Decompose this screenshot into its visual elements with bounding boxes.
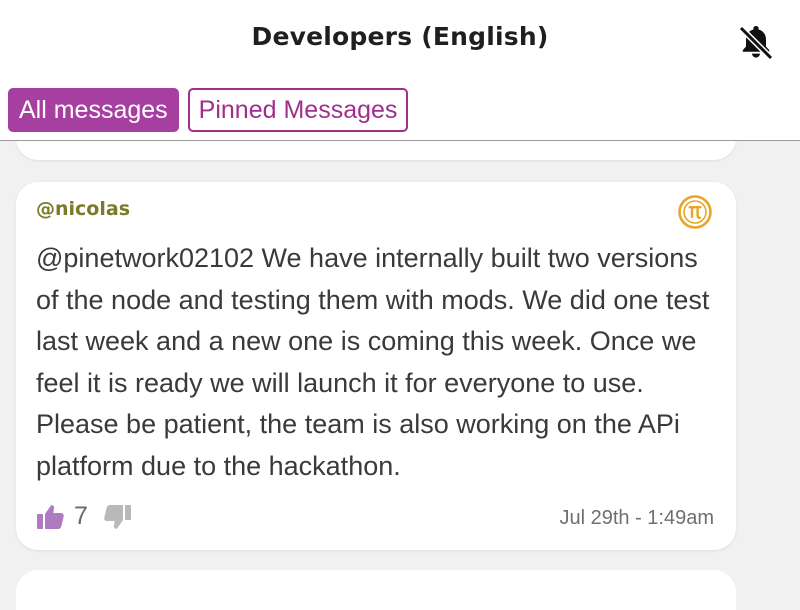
next-message-card	[16, 570, 736, 610]
page-title: Developers (English)	[251, 22, 549, 51]
message-reactions: 7	[36, 502, 132, 531]
pi-coin-icon	[678, 195, 712, 229]
message-author[interactable]: @nicolas	[36, 198, 130, 220]
like-count: 7	[74, 502, 88, 530]
thumbs-up-icon[interactable]	[36, 503, 66, 531]
tab-pinned-messages[interactable]: Pinned Messages	[187, 88, 409, 132]
message-text: @pinetwork02102 We have internally built…	[36, 243, 710, 481]
message-timestamp: Jul 29th - 1:49am	[559, 507, 714, 529]
thumbs-down-icon[interactable]	[102, 503, 132, 531]
message-tabs: All messages Pinned Messages	[8, 88, 409, 132]
message-card: @nicolas @pinetwork02102 We have interna…	[16, 182, 736, 550]
bell-off-icon[interactable]	[735, 20, 777, 62]
chat-header: Developers (English) All messages Pinned…	[0, 0, 800, 141]
tab-all-messages[interactable]: All messages	[8, 88, 179, 132]
